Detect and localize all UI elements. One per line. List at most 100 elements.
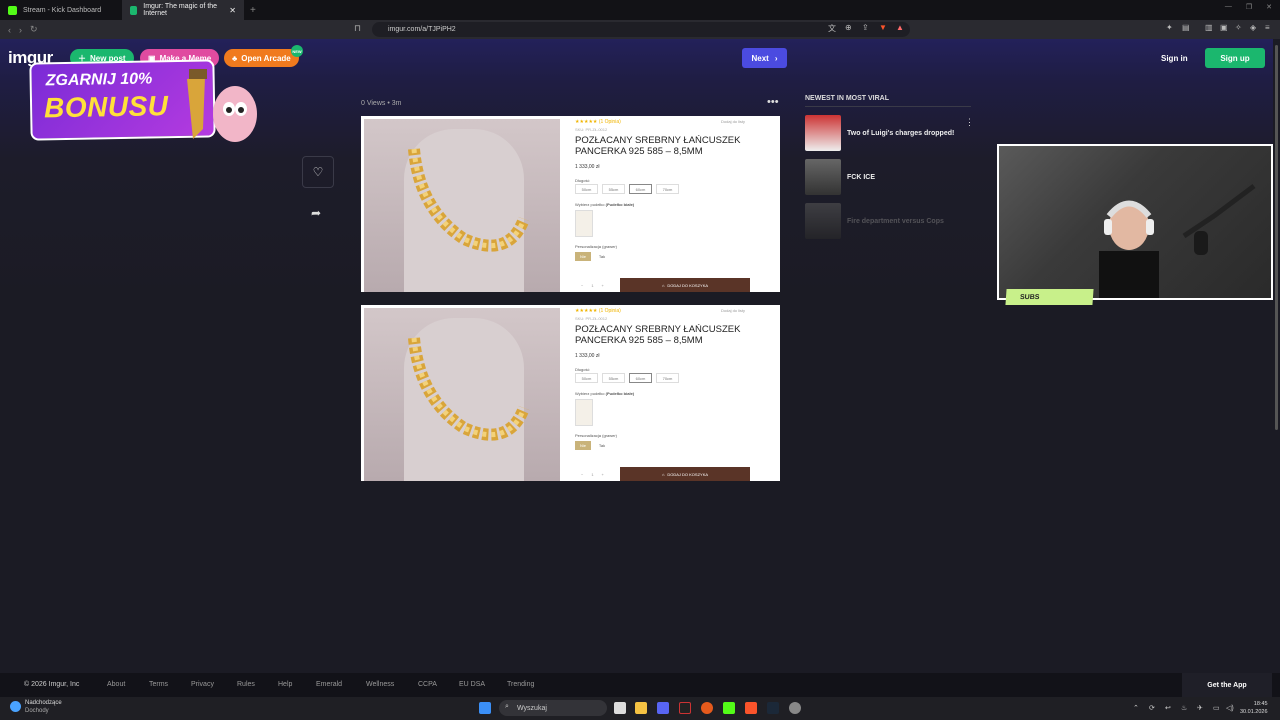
tray-app-icon[interactable]: ⟳: [1149, 704, 1155, 712]
rating-stars-icon: ★★★★★ (1 Opinia): [575, 308, 621, 314]
footer-link[interactable]: Rules: [237, 681, 255, 688]
scroll-thumb[interactable]: [1275, 45, 1278, 430]
tray-app-icon[interactable]: ↩: [1165, 704, 1171, 712]
post-image-2[interactable]: ★★★★★ (1 Opinia) Dodaj do listy SKU: PR-…: [361, 305, 780, 481]
get-app-button[interactable]: Get the App: [1182, 673, 1272, 697]
new-tab-button[interactable]: +: [250, 5, 256, 16]
maximize-icon[interactable]: ❐: [1246, 3, 1252, 11]
newest-item[interactable]: FCK ICE: [805, 158, 971, 196]
search-icon: ⌕: [505, 703, 509, 710]
add-to-cart-label: DODAJ DO KOSZYKA: [667, 282, 709, 288]
sign-in-link[interactable]: Sign in: [1161, 54, 1188, 63]
translate-icon[interactable]: 文: [828, 23, 836, 34]
window-controls: — ❐ ✕: [1225, 3, 1272, 11]
minimize-icon[interactable]: —: [1225, 3, 1232, 11]
back-icon[interactable]: ‹: [8, 25, 11, 35]
weather-widget[interactable]: Nadchodzące Dochody: [25, 699, 62, 715]
forward-icon[interactable]: ›: [19, 25, 22, 35]
system-clock[interactable]: 18:45 30.01.2026: [1240, 700, 1268, 716]
discord-icon[interactable]: [657, 702, 669, 714]
start-icon[interactable]: [479, 702, 491, 714]
sidebar-icon[interactable]: ▥: [1205, 23, 1213, 32]
engraving-option: Nie: [575, 252, 591, 261]
next-button[interactable]: Next ›: [742, 48, 787, 68]
newest-item[interactable]: Two of Luigi's charges dropped!: [805, 114, 971, 152]
chevron-right-icon: ›: [774, 53, 778, 63]
leo-icon[interactable]: ✧: [1235, 23, 1242, 32]
length-label: Długość: [575, 178, 590, 183]
reload-icon[interactable]: ↻: [30, 24, 38, 35]
size-option: 50cm: [575, 373, 598, 383]
wallet-icon[interactable]: ▣: [1220, 23, 1228, 32]
quantity-stepper: −1+: [581, 283, 612, 288]
tab-kick-dashboard[interactable]: Stream - Kick Dashboard: [0, 0, 122, 20]
review-count: (1 Opinia): [598, 119, 621, 125]
wishlist-link: Dodaj do listy: [721, 308, 746, 313]
kick-icon[interactable]: [723, 702, 735, 714]
weather-title: Nadchodzące: [25, 700, 62, 706]
bookmark-icon[interactable]: ⊓: [354, 23, 361, 34]
vpn-icon[interactable]: ◈: [1250, 23, 1256, 32]
post-image-1[interactable]: ★★★★★ (1 Opinia) Dodaj do listy SKU: PR-…: [361, 116, 780, 292]
kebab-icon[interactable]: ⋮: [965, 117, 974, 128]
product-title: POZŁACANY SREBRNY ŁAŃCUSZEK PANCERKA 925…: [575, 135, 741, 157]
tab-imgur[interactable]: Imgur: The magic of the Internet ✕: [122, 0, 244, 20]
footer-link[interactable]: Help: [278, 681, 292, 688]
engraving-options: Nie Tak: [575, 441, 610, 450]
zoom-icon[interactable]: ⊕: [845, 23, 852, 32]
task-view-icon[interactable]: [614, 702, 626, 714]
network-icon[interactable]: ▭: [1213, 704, 1220, 712]
volume-icon[interactable]: ◁): [1226, 704, 1234, 712]
explorer-icon[interactable]: [635, 702, 647, 714]
share-arrow-icon[interactable]: ➦: [311, 206, 321, 220]
page-scrollbar[interactable]: [1273, 39, 1280, 697]
size-option: 50cm: [575, 184, 598, 194]
microphone-arm-icon: [1182, 184, 1256, 255]
taskbar-search[interactable]: ⌕ Wyszukaj: [499, 700, 607, 716]
tray-chevron-icon[interactable]: ⌃: [1133, 704, 1139, 712]
rewards-icon[interactable]: ▲: [896, 23, 904, 32]
brave-shield-icon[interactable]: ▼: [879, 23, 887, 32]
subs-label: SUBS: [1005, 289, 1094, 305]
more-options-icon[interactable]: •••: [767, 96, 779, 108]
extensions-icon[interactable]: ✦: [1166, 23, 1173, 32]
product-details: ★★★★★ (1 Opinia) Dodaj do listy SKU: PR-…: [575, 116, 775, 292]
weather-icon[interactable]: [10, 701, 21, 712]
rating-stars-icon: ★★★★★ (1 Opinia): [575, 119, 621, 125]
engraving-label: Personalizacja (grawer): [575, 433, 618, 438]
share-icon[interactable]: ⇪: [862, 23, 869, 32]
footer-link[interactable]: Wellness: [366, 681, 394, 688]
menu-icon[interactable]: ≡: [1265, 23, 1270, 32]
promo-mascot-icon: [187, 69, 257, 142]
cart-icon: ⌂: [661, 282, 665, 288]
next-label: Next: [751, 53, 769, 63]
app-icon[interactable]: [679, 702, 691, 714]
footer-link[interactable]: CCPA: [418, 681, 437, 688]
reader-icon[interactable]: ▤: [1182, 23, 1190, 32]
browser-tabstrip: Stream - Kick Dashboard Imgur: The magic…: [0, 0, 1280, 20]
box-label: Wybierz pudełko (Pudełko białe): [575, 391, 635, 396]
browser-toolbar: ‹ › ↻ ⊓ imgur.com/a/TJPiPH2 文 ⊕ ⇪ ▼ ▲ ✦ …: [0, 20, 1280, 39]
close-window-icon[interactable]: ✕: [1266, 3, 1272, 11]
sign-up-button[interactable]: Sign up: [1205, 48, 1265, 68]
firefox-icon[interactable]: [701, 702, 713, 714]
brave-icon[interactable]: [745, 702, 757, 714]
add-to-cart-image: ⌂ DODAJ DO KOSZYKA: [620, 467, 750, 481]
newest-item[interactable]: Fire department versus Cops: [805, 202, 971, 240]
heart-icon: ♡: [312, 165, 324, 179]
product-details: ★★★★★ (1 Opinia) Dodaj do listy SKU: PR-…: [575, 305, 775, 481]
steam-tray-icon[interactable]: ♨: [1181, 704, 1187, 712]
footer-link[interactable]: Privacy: [191, 681, 214, 688]
footer-link[interactable]: EU DSA: [459, 681, 485, 688]
engraving-options: Nie Tak: [575, 252, 610, 261]
newest-thumbnail: [805, 203, 841, 239]
tray-app-icon[interactable]: ✈: [1197, 704, 1203, 712]
favorite-button[interactable]: ♡: [302, 156, 334, 188]
footer-link[interactable]: About: [107, 681, 125, 688]
footer-link[interactable]: Trending: [507, 681, 534, 688]
obs-icon[interactable]: [789, 702, 801, 714]
footer-link[interactable]: Terms: [149, 681, 168, 688]
close-tab-icon[interactable]: ✕: [229, 6, 236, 15]
footer-link[interactable]: Emerald: [316, 681, 342, 688]
steam-icon[interactable]: [767, 702, 779, 714]
